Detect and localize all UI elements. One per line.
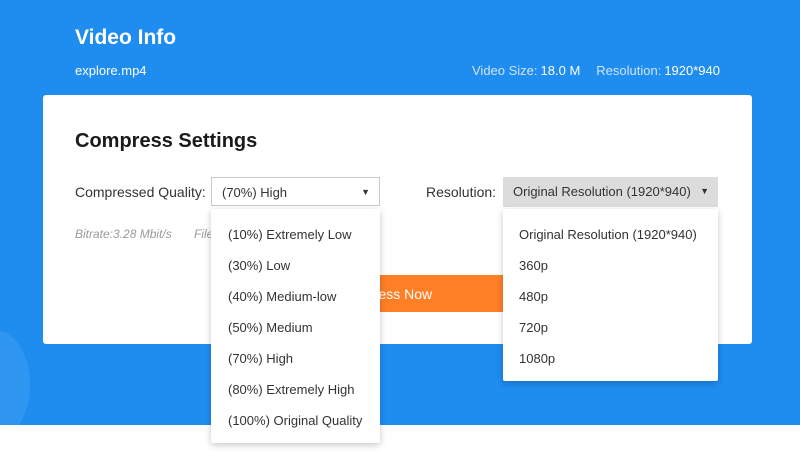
quality-option[interactable]: (30%) Low [211, 250, 380, 281]
caret-down-icon: ▼ [700, 186, 709, 196]
compressed-quality-value: (70%) High [222, 185, 288, 200]
resolution-option[interactable]: 360p [503, 250, 718, 281]
quality-option[interactable]: (100%) Original Quality [211, 405, 380, 436]
resolution-dropdown-menu: Original Resolution (1920*940) 360p 480p… [503, 209, 718, 381]
quality-option[interactable]: (50%) Medium [211, 312, 380, 343]
resolution-meta-label: Resolution: [596, 63, 662, 78]
quality-option[interactable]: (40%) Medium-low [211, 281, 380, 312]
quality-dropdown-menu: (10%) Extremely Low (30%) Low (40%) Medi… [211, 209, 380, 443]
bitrate-info: Bitrate:3.28 Mbit/s [75, 227, 172, 241]
resolution-option[interactable]: Original Resolution (1920*940) [503, 219, 718, 250]
compressed-quality-label: Compressed Quality: [75, 184, 206, 200]
resolution-option[interactable]: 720p [503, 312, 718, 343]
video-info-title: Video Info [75, 26, 177, 49]
resolution-select[interactable]: Original Resolution (1920*940) ▼ [503, 177, 718, 207]
compress-settings-title: Compress Settings [75, 130, 258, 152]
video-meta: Video Size: 18.0 M Resolution: 1920*940 [472, 63, 720, 78]
video-size-label: Video Size: [472, 63, 538, 78]
compressed-quality-select[interactable]: (70%) High ▼ [211, 177, 380, 206]
file-name: explore.mp4 [75, 63, 147, 78]
video-size-value: 18.0 M [540, 63, 581, 78]
caret-down-icon: ▼ [361, 187, 370, 197]
quality-option[interactable]: (70%) High [211, 343, 380, 374]
quality-option[interactable]: (10%) Extremely Low [211, 219, 380, 250]
decorative-blob [0, 330, 30, 425]
resolution-meta-value: 1920*940 [664, 63, 720, 78]
resolution-label: Resolution: [426, 184, 497, 200]
quality-option[interactable]: (80%) Extremely High [211, 374, 380, 405]
resolution-option[interactable]: 480p [503, 281, 718, 312]
resolution-option[interactable]: 1080p [503, 343, 718, 374]
resolution-value: Original Resolution (1920*940) [513, 184, 691, 199]
